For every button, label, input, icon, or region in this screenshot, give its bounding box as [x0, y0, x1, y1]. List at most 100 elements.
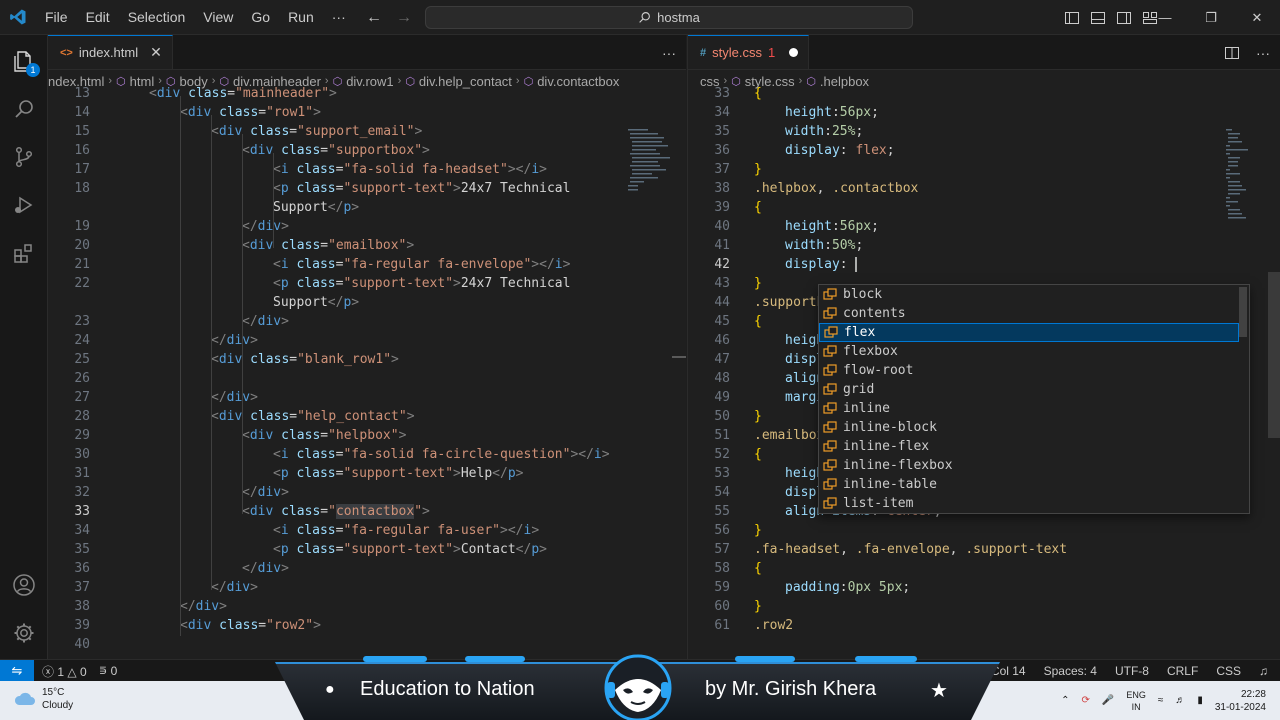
code-line[interactable]: 33 { [688, 84, 1268, 103]
code-line[interactable]: 38 .helpbox, .contactbox [688, 179, 1268, 198]
code-line[interactable]: 33 <div class="contactbox"> [48, 502, 678, 521]
suggest-item[interactable]: grid [819, 380, 1239, 399]
menu-run[interactable]: Run [279, 0, 323, 35]
suggest-item[interactable]: block [819, 285, 1239, 304]
code-line[interactable]: 16 <div class="supportbox"> [48, 141, 678, 160]
accounts-icon[interactable] [0, 561, 48, 609]
code-line[interactable]: 34 <i class="fa-regular fa-user"></i> [48, 521, 678, 540]
microphone-icon[interactable]: 🎤 [1102, 695, 1114, 706]
code-line[interactable]: 36 display: flex; [688, 141, 1268, 160]
code-line[interactable]: 58 { [688, 559, 1268, 578]
battery-icon[interactable]: ▮ [1197, 695, 1203, 706]
code-line[interactable]: 35 <p class="support-text">Contact</p> [48, 540, 678, 559]
code-line[interactable]: 37 </div> [48, 578, 678, 597]
more-actions-icon[interactable]: ··· [1256, 45, 1270, 61]
code-line[interactable]: 38 </div> [48, 597, 678, 616]
suggest-item[interactable]: inline [819, 399, 1239, 418]
minimap[interactable] [626, 127, 674, 227]
suggest-item[interactable]: flexbox [819, 342, 1239, 361]
code-line[interactable]: 39 <div class="row2"> [48, 616, 678, 635]
code-line[interactable]: 39 { [688, 198, 1268, 217]
code-line[interactable]: 27 </div> [48, 388, 678, 407]
clock[interactable]: 22:28 31-01-2024 [1215, 688, 1266, 714]
code-line[interactable]: 34 height:56px; [688, 103, 1268, 122]
sync-icon[interactable]: ⟳ [1081, 695, 1089, 706]
vertical-scrollbar[interactable] [1268, 272, 1280, 438]
code-line[interactable]: 56} [688, 521, 1268, 540]
code-line[interactable]: 30 <i class="fa-solid fa-circle-question"… [48, 445, 678, 464]
code-line[interactable]: 18 <p class="support-text">24x7 Technical [48, 179, 678, 198]
menu-view[interactable]: View [194, 0, 242, 35]
minimize-icon[interactable]: — [1142, 0, 1188, 35]
code-line[interactable]: 59 padding:0px 5px; [688, 578, 1268, 597]
menu-more[interactable]: ··· [323, 0, 355, 35]
menu-selection[interactable]: Selection [119, 0, 195, 35]
tab-style-css[interactable]: # style.css 1 [688, 35, 810, 69]
suggest-item[interactable]: inline-flex [819, 437, 1239, 456]
code-line[interactable]: Support</p> [48, 198, 678, 217]
language-indicator[interactable]: ENG IN [1126, 689, 1146, 713]
code-line[interactable]: 25 <div class="blank_row1"> [48, 350, 678, 369]
code-line[interactable]: 32 </div> [48, 483, 678, 502]
explorer-icon[interactable]: 1 [0, 37, 48, 85]
suggest-item[interactable]: flow-root [819, 361, 1239, 380]
code-editor-html[interactable]: 13 <div class="mainheader"> 14 <div class="… [48, 86, 686, 659]
suggest-item[interactable]: contents [819, 304, 1239, 323]
minimap[interactable] [1224, 127, 1272, 227]
code-line[interactable]: 40 height:56px; [688, 217, 1268, 236]
ports-indicator[interactable]: ⋾ 0 [99, 664, 118, 678]
code-line[interactable]: 61 .row2 [688, 616, 1268, 635]
more-actions-icon[interactable]: ··· [662, 45, 676, 61]
code-line[interactable]: 41 width:50%; [688, 236, 1268, 255]
menu-edit[interactable]: Edit [77, 0, 119, 35]
restore-icon[interactable]: ❐ [1188, 0, 1234, 35]
suggest-item[interactable]: inline-flexbox [819, 456, 1239, 475]
back-arrow-icon[interactable]: ← [366, 9, 382, 27]
notifications-bell-icon[interactable]: ♫ [1259, 664, 1268, 678]
code-line[interactable]: 60} [688, 597, 1268, 616]
language-mode[interactable]: CSS [1216, 664, 1241, 678]
weather-widget[interactable]: 15°C Cloudy [14, 686, 73, 712]
source-control-icon[interactable] [0, 133, 48, 181]
chevron-up-icon[interactable]: ⌃ [1061, 695, 1069, 706]
code-line[interactable]: 15 <div class="support_email"> [48, 122, 678, 141]
indentation[interactable]: Spaces: 4 [1044, 664, 1097, 678]
search-icon[interactable] [0, 85, 48, 133]
code-line[interactable]: 17 <i class="fa-solid fa-headset"></i> [48, 160, 678, 179]
code-line[interactable]: 24 </div> [48, 331, 678, 350]
toggle-panel-icon[interactable] [1090, 10, 1106, 26]
extensions-icon[interactable] [0, 229, 48, 277]
problems-indicator[interactable]: ⓧ 1 △ 0 [42, 663, 87, 680]
code-line[interactable]: Support</p> [48, 293, 678, 312]
close-icon[interactable]: ✕ [150, 44, 162, 61]
toggle-secondary-sidebar-icon[interactable] [1116, 10, 1132, 26]
unsaved-dot-icon[interactable] [789, 48, 799, 57]
remote-indicator-icon[interactable]: ⇋ [0, 660, 34, 682]
code-line[interactable]: 57 .fa-headset, .fa-envelope, .support-te… [688, 540, 1268, 559]
code-line[interactable]: 36 </div> [48, 559, 678, 578]
code-line[interactable]: 28 <div class="help_contact"> [48, 407, 678, 426]
code-line[interactable]: 13 <div class="mainheader"> [48, 84, 678, 103]
close-window-icon[interactable]: ✕ [1234, 0, 1280, 35]
code-line[interactable]: 37} [688, 160, 1268, 179]
run-debug-icon[interactable] [0, 181, 48, 229]
encoding[interactable]: UTF-8 [1115, 664, 1149, 678]
menu-file[interactable]: File [36, 0, 77, 35]
tab-index-html[interactable]: <> index.html ✕ [48, 35, 173, 69]
command-center-search[interactable]: hostma [425, 6, 913, 29]
code-line[interactable]: 19 </div> [48, 217, 678, 236]
suggest-item[interactable]: list-item [819, 494, 1239, 513]
code-line[interactable]: 26 [48, 369, 678, 388]
code-line[interactable]: 20 <div class="emailbox"> [48, 236, 678, 255]
code-line[interactable]: 42 display: [688, 255, 1268, 274]
sash-marker[interactable] [672, 356, 686, 358]
suggest-item[interactable]: flex [819, 323, 1239, 342]
code-line[interactable]: 22 <p class="support-text">24x7 Technical [48, 274, 678, 293]
settings-gear-icon[interactable] [0, 609, 48, 657]
end-of-line[interactable]: CRLF [1167, 664, 1198, 678]
suggest-item[interactable]: inline-table [819, 475, 1239, 494]
menu-go[interactable]: Go [242, 0, 279, 35]
suggest-scrollbar[interactable] [1239, 287, 1247, 337]
code-line[interactable]: 14 <div class="row1"> [48, 103, 678, 122]
toggle-sidebar-icon[interactable] [1064, 10, 1080, 26]
